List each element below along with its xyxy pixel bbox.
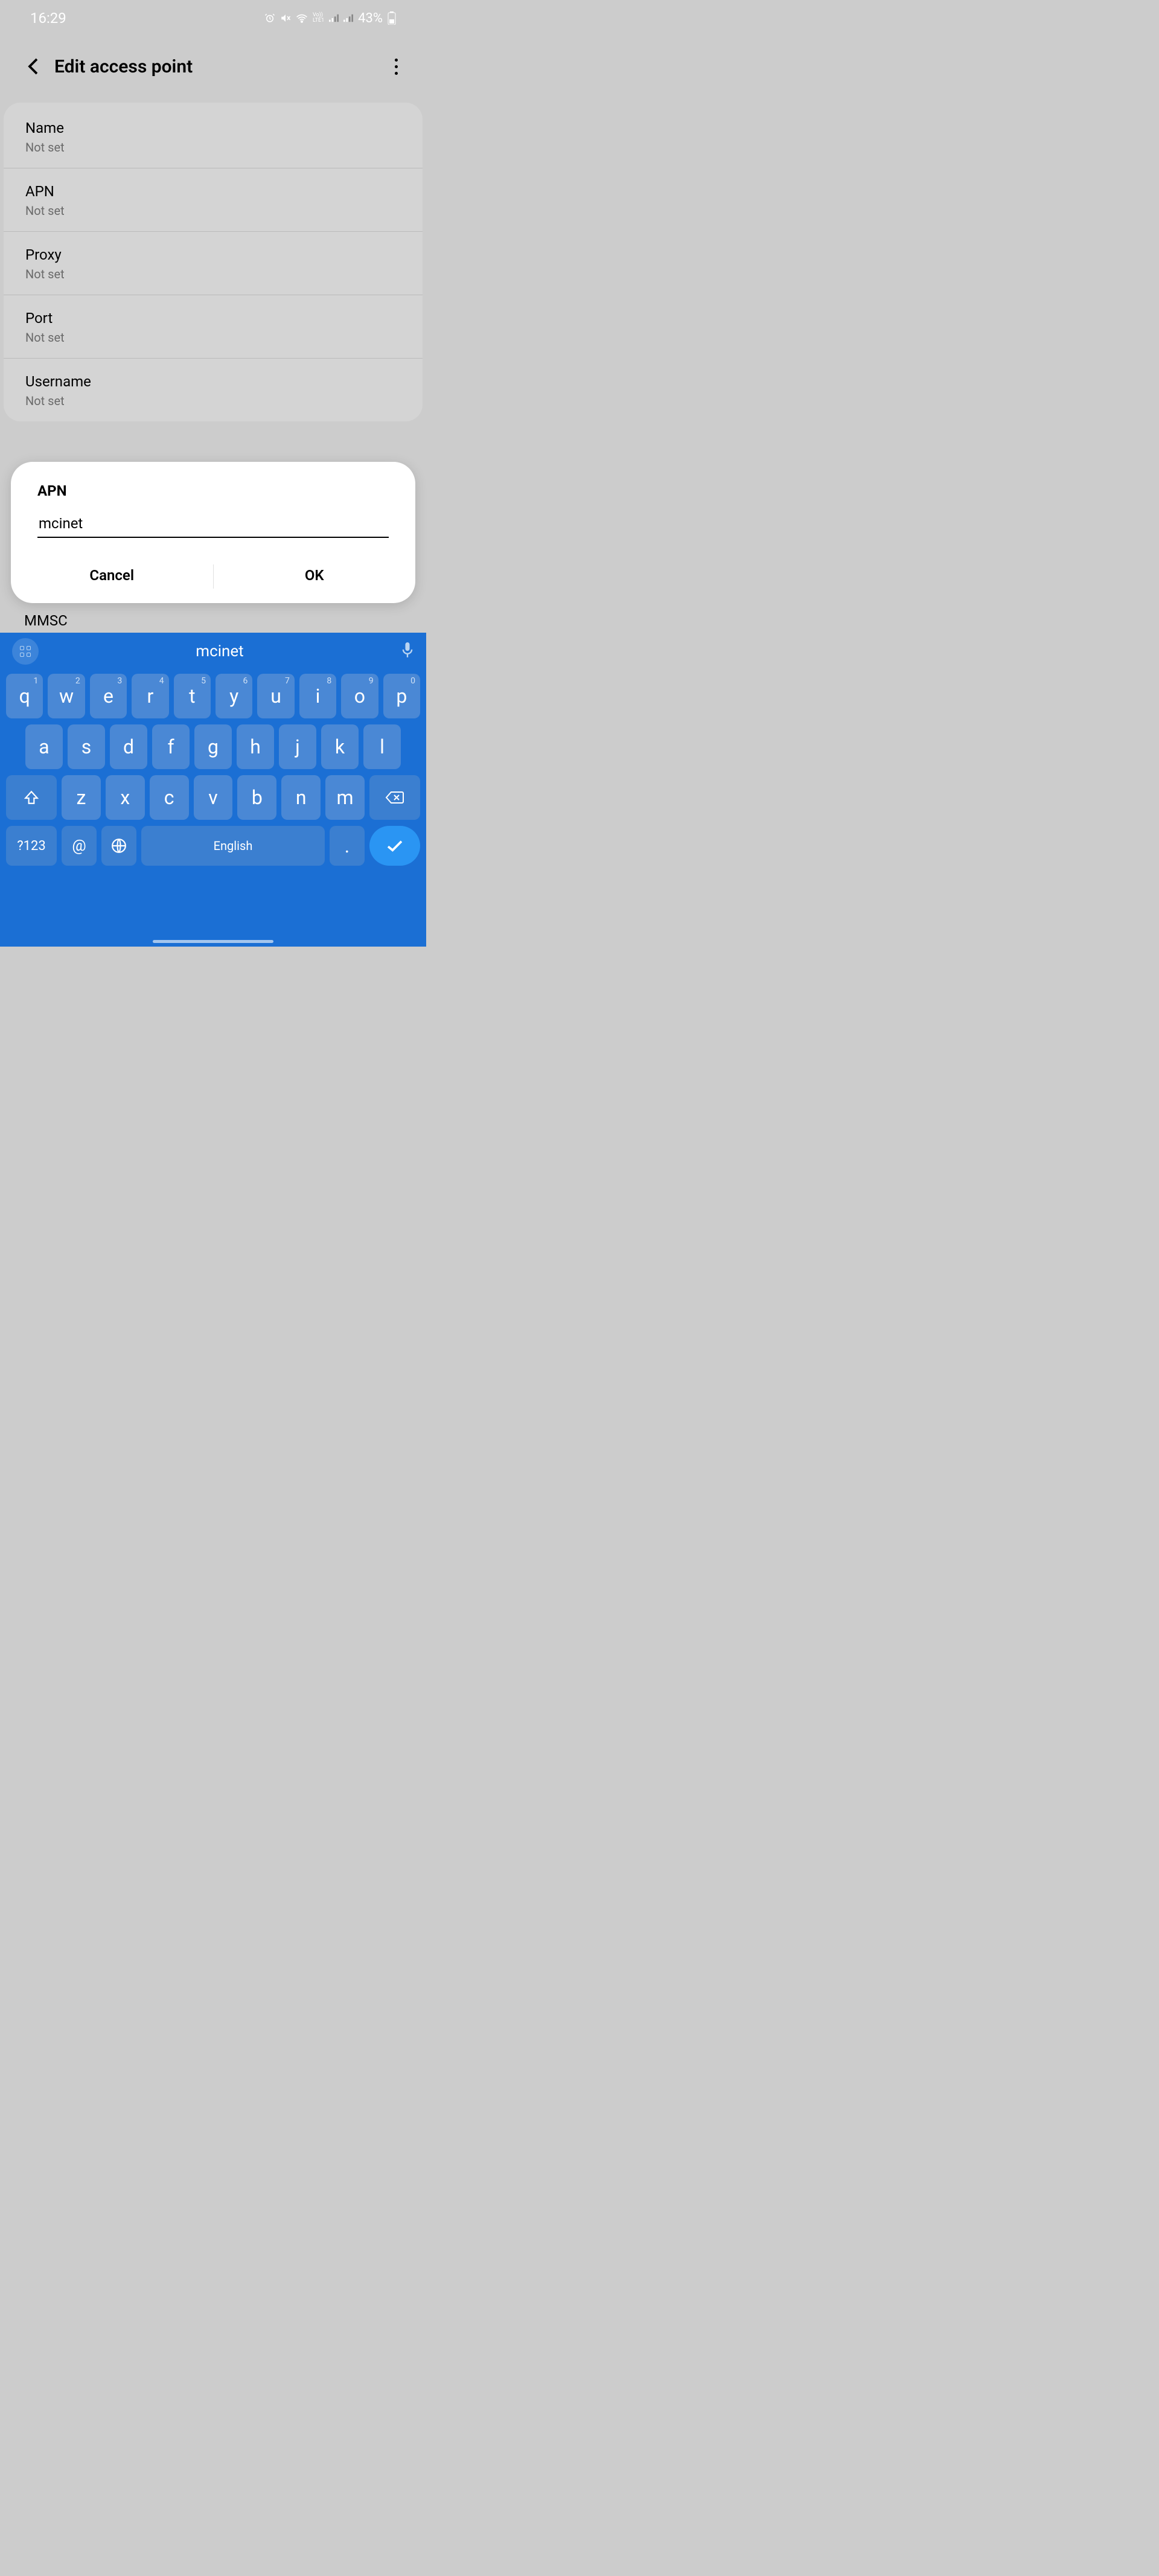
volte-icon: Vo))LTE1: [313, 13, 324, 24]
keyboard-apps-button[interactable]: [12, 638, 39, 665]
setting-label: Name: [25, 120, 401, 136]
keyboard-row-2: asdfghjkl: [6, 724, 420, 769]
key-c[interactable]: c: [150, 775, 189, 820]
key-r[interactable]: r4: [132, 674, 168, 718]
key-n[interactable]: n: [281, 775, 321, 820]
checkmark-icon: [386, 839, 404, 852]
key-x[interactable]: x: [106, 775, 145, 820]
key-j[interactable]: j: [279, 724, 316, 769]
wifi-icon: [296, 13, 308, 23]
setting-value: Not set: [25, 394, 401, 408]
more-vertical-icon: [395, 59, 398, 75]
key-alt-number: 0: [410, 676, 415, 686]
key-o[interactable]: o9: [341, 674, 378, 718]
key-alt-number: 8: [327, 676, 331, 686]
key-alt-number: 5: [201, 676, 206, 686]
key-k[interactable]: k: [321, 724, 359, 769]
keyboard-row-4: ?123 @ English .: [6, 826, 420, 866]
globe-icon: [111, 838, 127, 854]
battery-percent: 43%: [358, 11, 383, 26]
at-key[interactable]: @: [62, 826, 97, 866]
key-alt-number: 7: [285, 676, 290, 686]
key-y[interactable]: y6: [216, 674, 252, 718]
settings-list: Name Not set APN Not set Proxy Not set P…: [4, 103, 423, 421]
keyboard-row-3: zxcvbnm: [6, 775, 420, 820]
key-f[interactable]: f: [152, 724, 190, 769]
period-key[interactable]: .: [330, 826, 365, 866]
cancel-button[interactable]: Cancel: [11, 556, 213, 590]
status-time: 16:29: [30, 10, 66, 27]
key-alt-number: 4: [159, 676, 164, 686]
setting-item-name[interactable]: Name Not set: [4, 105, 423, 168]
chevron-left-icon: [28, 57, 39, 75]
setting-item-mmsc-label: MMSC: [24, 612, 68, 629]
on-screen-keyboard: mcinet q1w2e3r4t5y6u7i8o9p0 asdfghjkl zx…: [0, 633, 426, 947]
apn-input[interactable]: [37, 513, 389, 538]
key-a[interactable]: a: [25, 724, 63, 769]
keyboard-row-1: q1w2e3r4t5y6u7i8o9p0: [6, 674, 420, 718]
key-i[interactable]: i8: [299, 674, 336, 718]
key-alt-number: 1: [34, 676, 39, 686]
microphone-icon: [401, 642, 414, 658]
setting-label: Port: [25, 310, 401, 327]
key-t[interactable]: t5: [174, 674, 211, 718]
key-b[interactable]: b: [237, 775, 276, 820]
signal-icon-1: [329, 14, 339, 22]
setting-label: Proxy: [25, 246, 401, 263]
setting-value: Not set: [25, 267, 401, 281]
status-bar: 16:29 Vo))LTE1 43%: [0, 0, 426, 36]
key-w[interactable]: w2: [48, 674, 85, 718]
setting-label: APN: [25, 183, 401, 200]
ok-button[interactable]: OK: [214, 556, 416, 590]
more-options-button[interactable]: [384, 54, 408, 78]
key-l[interactable]: l: [363, 724, 401, 769]
alarm-icon: [264, 13, 275, 24]
keyboard-mic-button[interactable]: [401, 642, 414, 660]
status-right: Vo))LTE1 43%: [264, 11, 396, 26]
enter-key[interactable]: [369, 826, 420, 866]
navigation-handle[interactable]: [153, 940, 273, 943]
apps-grid-icon: [20, 646, 31, 657]
key-alt-number: 3: [117, 676, 122, 686]
header: Edit access point: [0, 36, 426, 103]
key-u[interactable]: u7: [257, 674, 294, 718]
backspace-icon: [385, 790, 404, 805]
key-v[interactable]: v: [194, 775, 233, 820]
setting-label: Username: [25, 373, 401, 390]
space-key[interactable]: English: [141, 826, 325, 866]
setting-item-proxy[interactable]: Proxy Not set: [4, 232, 423, 295]
setting-value: Not set: [25, 330, 401, 345]
keyboard-suggestion[interactable]: mcinet: [196, 642, 243, 660]
mute-icon: [280, 13, 291, 24]
key-p[interactable]: p0: [383, 674, 420, 718]
key-alt-number: 6: [243, 676, 248, 686]
apn-edit-dialog: APN Cancel OK: [11, 462, 415, 603]
key-alt-number: 2: [75, 676, 80, 686]
key-q[interactable]: q1: [6, 674, 43, 718]
key-h[interactable]: h: [237, 724, 274, 769]
key-s[interactable]: s: [68, 724, 105, 769]
key-m[interactable]: m: [325, 775, 365, 820]
key-e[interactable]: e3: [90, 674, 127, 718]
shift-icon: [24, 790, 39, 805]
setting-item-port[interactable]: Port Not set: [4, 295, 423, 359]
language-key[interactable]: [101, 826, 136, 866]
signal-icon-2: [343, 14, 353, 22]
key-alt-number: 9: [369, 676, 374, 686]
dialog-title: APN: [11, 482, 415, 499]
shift-key[interactable]: [6, 775, 57, 820]
key-g[interactable]: g: [194, 724, 232, 769]
setting-value: Not set: [25, 203, 401, 218]
key-z[interactable]: z: [62, 775, 101, 820]
key-d[interactable]: d: [110, 724, 147, 769]
setting-item-username[interactable]: Username Not set: [4, 359, 423, 421]
back-button[interactable]: [24, 54, 42, 78]
page-title: Edit access point: [54, 56, 384, 77]
setting-value: Not set: [25, 140, 401, 155]
backspace-key[interactable]: [369, 775, 420, 820]
battery-icon: [388, 11, 396, 25]
setting-item-apn[interactable]: APN Not set: [4, 168, 423, 232]
symbols-key[interactable]: ?123: [6, 826, 57, 866]
